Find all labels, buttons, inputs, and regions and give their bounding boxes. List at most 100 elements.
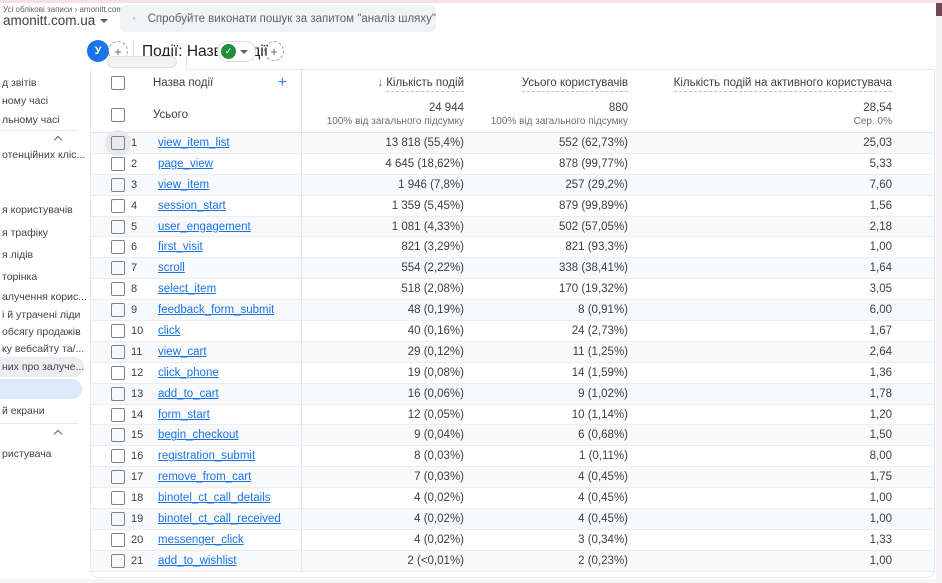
total-users-cell: 10 (1,14%) [467,409,635,421]
event-name-link[interactable]: view_cart [158,346,207,358]
row-checkbox[interactable] [111,449,125,463]
row-checkbox[interactable] [111,387,125,401]
event-name-link[interactable]: page_view [158,158,213,170]
sidebar-item[interactable]: отенційних кліс... [0,145,85,165]
table-row: 4 session_start 1 359 (5,45%) 879 (99,89… [91,196,934,217]
collapse-section-button[interactable] [48,427,68,441]
scrollbar-thumb[interactable] [936,3,942,16]
dimension-filter-chip[interactable]: ✓ [217,41,256,62]
event-name-link[interactable]: select_item [158,283,216,295]
sidebar-item[interactable]: я лідів [0,245,33,265]
row-checkbox[interactable] [111,554,125,568]
table-row: 12 click_phone 19 (0,08%) 14 (1,59%) 1,3… [91,363,934,384]
event-name-link[interactable]: scroll [158,262,185,274]
event-name-link[interactable]: first_visit [158,241,203,253]
row-checkbox[interactable] [111,220,125,234]
row-checkbox[interactable] [111,240,125,254]
add-dimension-icon[interactable]: + [278,74,287,92]
total-users-cell: 2 (0,23%) [467,555,635,567]
event-name-link[interactable]: form_start [158,409,210,421]
property-selector[interactable]: amonitt.com.ua [3,13,108,28]
row-index: 18 [131,492,151,504]
sidebar-item-label: і й утрачені ліди [0,309,80,321]
row-index: 1 [131,137,151,149]
event-count-cell: 4 (0,02%) [301,492,467,504]
row-checkbox[interactable] [111,428,125,442]
sidebar-item[interactable]: й екрани [0,401,45,421]
add-filter-button[interactable]: + [264,41,284,61]
sidebar-item-label: алучення корис... [0,291,87,303]
row-checkbox[interactable] [111,533,125,547]
row-checkbox[interactable] [111,261,125,275]
sidebar-item[interactable]: них про залуче... [0,357,84,377]
event-count-cell: 4 (0,02%) [301,534,467,546]
event-name-link[interactable]: view_item [158,179,209,191]
sidebar-item[interactable]: я трафіку [0,223,48,243]
sidebar-item[interactable]: ному часі [0,91,48,111]
row-checkbox[interactable] [111,512,125,526]
events-per-user-cell: 1,50 [635,429,934,441]
event-name-link[interactable]: begin_checkout [158,429,239,441]
sidebar-item[interactable]: ку вебсайту та/... [0,339,84,359]
row-checkbox[interactable] [111,470,125,484]
chevron-up-icon [54,430,62,438]
row-checkbox[interactable] [111,303,125,317]
total-users-cell: 4 (0,45%) [467,492,635,504]
select-all-checkbox[interactable] [111,76,125,90]
event-name-link[interactable]: add_to_cart [158,388,219,400]
row-checkbox[interactable] [111,178,125,192]
column-header-event-count[interactable]: Кількість подій [386,77,464,92]
event-name-link[interactable]: registration_submit [158,450,255,462]
event-name-link[interactable]: add_to_wishlist [158,555,237,567]
row-index: 2 [131,158,151,170]
row-index: 8 [131,283,151,295]
sidebar-item-label: я трафіку [0,227,48,239]
row-checkbox[interactable] [111,345,125,359]
vertical-scrollbar[interactable] [936,3,942,583]
event-name-link[interactable]: session_start [158,200,226,212]
sidebar-item[interactable]: торінка [0,267,37,287]
event-count-cell: 1 359 (5,45%) [301,200,467,212]
row-checkbox[interactable] [111,199,125,213]
event-name-link[interactable]: binotel_ct_call_details [158,492,271,504]
event-name-link[interactable]: view_item_list [158,137,230,149]
table-row: 20 messenger_click 4 (0,02%) 3 (0,34%) 1… [91,530,934,551]
search-input[interactable]: Спробуйте виконати пошук за запитом "ана… [120,5,436,32]
row-index: 15 [131,429,151,441]
row-checkbox[interactable] [111,157,125,171]
totals-checkbox[interactable] [111,108,125,122]
row-checkbox[interactable] [111,366,125,380]
event-name-link[interactable]: user_engagement [158,221,251,233]
row-checkbox[interactable] [111,408,125,422]
sidebar-item[interactable]: д звітів [0,73,37,93]
sidebar-item[interactable]: льному часі [0,110,60,130]
event-count-cell: 554 (2,22%) [301,262,467,274]
total-users-cell: 3 (0,34%) [467,534,635,546]
event-count-cell: 518 (2,08%) [301,283,467,295]
sidebar: д звітів ному часі льному часі отенційни… [0,33,88,583]
event-name-link[interactable]: feedback_form_submit [158,304,274,316]
row-checkbox[interactable] [111,282,125,296]
total-users-cell: 821 (93,3%) [467,241,635,253]
sidebar-item-label: я лідів [0,249,33,261]
sidebar-item-selected[interactable] [0,379,82,399]
events-per-user-cell: 3,05 [635,283,934,295]
sidebar-item[interactable]: я користувачів [0,200,73,220]
event-name-link[interactable]: messenger_click [158,534,244,546]
sidebar-item[interactable]: алучення корис... [0,287,87,307]
event-count-cell: 29 (0,12%) [301,346,467,358]
row-checkbox[interactable] [111,324,125,338]
sort-desc-icon[interactable]: ↓ [377,77,383,89]
column-header-total-users[interactable]: Усього користувачів [522,77,628,92]
row-index: 12 [131,367,151,379]
row-checkbox[interactable] [111,136,125,150]
sidebar-item[interactable]: ристувача [0,444,52,464]
event-name-link[interactable]: binotel_ct_call_received [158,513,281,525]
row-checkbox[interactable] [111,491,125,505]
comparison-avatar[interactable]: У [87,40,109,62]
event-name-link[interactable]: click_phone [158,367,219,379]
table-row: 16 registration_submit 8 (0,03%) 1 (0,11… [91,446,934,467]
event-name-link[interactable]: click [158,325,180,337]
event-name-link[interactable]: remove_from_cart [158,471,251,483]
column-header-events-per-user[interactable]: Кількість подій на активного користувача [674,77,892,92]
